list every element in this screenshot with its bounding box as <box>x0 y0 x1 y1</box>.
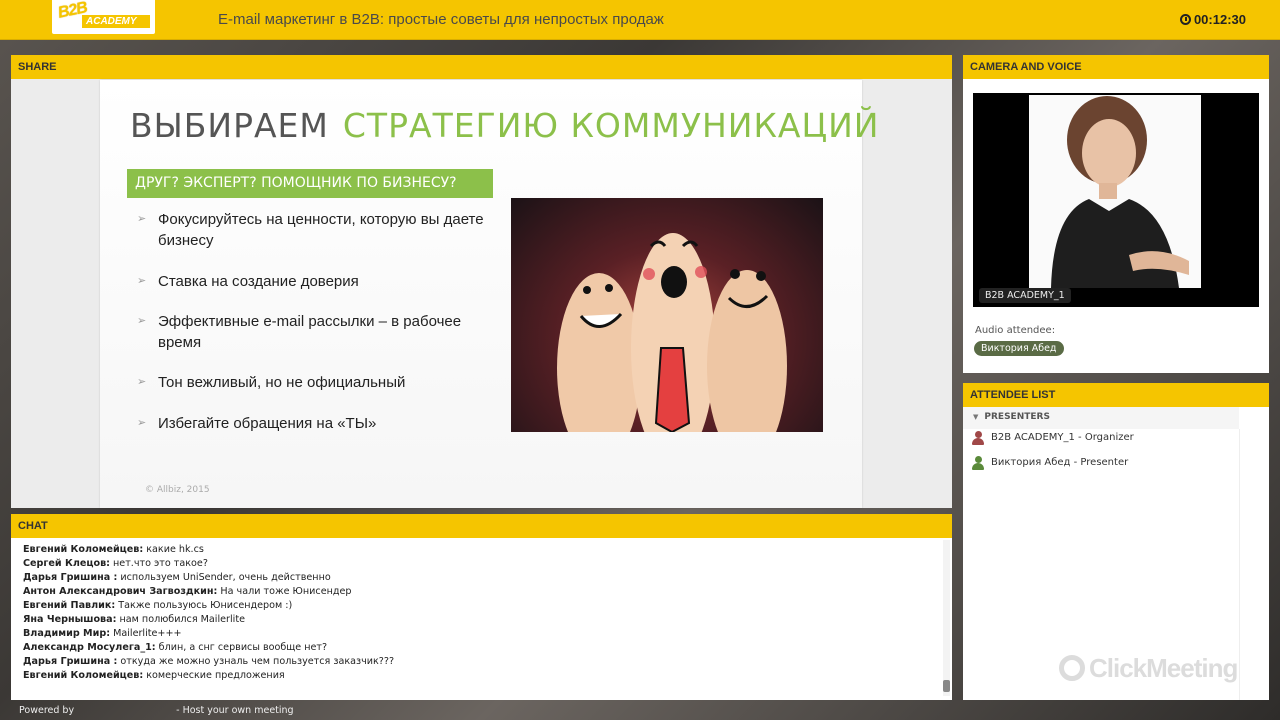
clickmeeting-logo-icon <box>1059 655 1085 681</box>
bullet-arrow-icon: ➢ <box>137 315 147 327</box>
share-panel: SHARE ВЫБИРАЕМ СТРАТЕГИЮ КОММУНИКАЦИЙ ДРУ… <box>11 55 952 508</box>
collapse-triangle-icon: ▼ <box>973 413 979 421</box>
slide-title-part2: СТРАТЕГИЮ КОММУНИКАЦИЙ <box>342 106 880 145</box>
attendee-row-presenter[interactable]: Виктория Абед - Presenter <box>969 452 1239 474</box>
b2b-academy-logo: B2B ACADEMY <box>52 0 155 34</box>
slide-bullet: ➢ Тон вежливый, но не официальный <box>137 374 406 391</box>
finger-faces-photo <box>511 198 823 432</box>
presentation-slide: ВЫБИРАЕМ СТРАТЕГИЮ КОММУНИКАЦИЙ ДРУГ? ЭКС… <box>100 80 878 508</box>
logo-academy-text: ACADEMY <box>82 15 150 28</box>
camera-panel-header: CAMERA AND VOICE <box>963 55 1269 79</box>
timer-value: 00:12:30 <box>1193 12 1246 27</box>
bullet-arrow-icon: ➢ <box>137 275 147 287</box>
slide-bullet: ➢ Ставка на создание доверия <box>137 273 359 290</box>
chat-message: Антон Александрович Загвоздкин: На чали … <box>23 586 352 597</box>
slide-bullet: ➢ Фокусируйтесь на ценности, которую вы д… <box>137 211 484 249</box>
chat-messages: Евгений Коломейцев: какие hk.cs Сергей К… <box>11 538 942 700</box>
attendee-list-scrollbar[interactable] <box>1239 429 1269 700</box>
top-bar: B2B ACADEMY E-mail маркетинг в B2B: прос… <box>0 0 1280 40</box>
chat-scrollbar[interactable] <box>943 540 950 696</box>
presenters-group-header[interactable]: ▼ PRESENTERS <box>963 407 1239 429</box>
attendee-row-organizer[interactable]: B2B ACADEMY_1 - Organizer <box>969 427 1239 449</box>
chat-message: Дарья Гришина : откуда же можно узналь ч… <box>23 656 395 667</box>
meeting-title: E-mail маркетинг в B2B: простые советы д… <box>218 11 664 28</box>
slide-bullet: ➢ Эффективные e-mail рассылки – в рабочее… <box>137 313 462 351</box>
audio-attendee-badge: Виктория Абед <box>974 341 1064 356</box>
chat-message: Евгений Коломейцев: какие hk.cs <box>23 544 204 555</box>
chat-panel-header: CHAT <box>11 514 952 538</box>
attendee-list-panel: ATTENDEE LIST ▼ PRESENTERS B2B ACADEMY_1 … <box>963 383 1269 700</box>
chat-panel: CHAT Евгений Коломейцев: какие hk.cs Сер… <box>11 514 952 700</box>
bullet-arrow-icon: ➢ <box>137 417 147 429</box>
slide-subtitle: ДРУГ? ЭКСПЕРТ? ПОМОЩНИК ПО БИЗНЕСУ? <box>127 169 493 198</box>
slide-footer: © Allbiz, 2015 <box>145 485 210 495</box>
share-panel-header: SHARE <box>11 55 952 79</box>
chat-message: Сергей Клецов: нет.что это такое? <box>23 558 208 569</box>
presenter-video-frame <box>1029 95 1201 288</box>
attendee-list-header: ATTENDEE LIST <box>963 383 1269 407</box>
clickmeeting-watermark: ClickMeeting <box>1059 653 1238 684</box>
meeting-timer: 00:12:30 <box>1179 12 1246 27</box>
chat-message: Евгений Коломейцев: комерческие предложе… <box>23 670 285 681</box>
organizer-person-icon <box>971 431 985 445</box>
bullet-arrow-icon: ➢ <box>137 376 147 388</box>
slide-title: ВЫБИРАЕМ СТРАТЕГИЮ КОММУНИКАЦИЙ <box>130 106 879 145</box>
slide-bullet: ➢ Избегайте обращения на «ТЫ» <box>137 415 377 432</box>
slide-title-part1: ВЫБИРАЕМ <box>130 106 329 145</box>
bullet-arrow-icon: ➢ <box>137 213 147 225</box>
host-own-meeting-link[interactable]: - Host your own meeting <box>176 705 293 716</box>
chat-message: Дарья Гришина : используем UniSender, оч… <box>23 572 331 583</box>
video-participant-label: B2B ACADEMY_1 <box>979 288 1071 303</box>
presenter-video[interactable]: B2B ACADEMY_1 <box>973 93 1259 307</box>
clock-icon <box>1179 14 1191 25</box>
presenter-person-icon <box>971 456 985 470</box>
camera-panel: CAMERA AND VOICE B2B ACADEMY_1 Audio att… <box>963 55 1269 373</box>
slide-bullet-list: ➢ Фокусируйтесь на ценности, которую вы д… <box>137 209 507 434</box>
chat-message: Владимир Мир: Mailerlite+++ <box>23 628 182 639</box>
audio-attendee-label: Audio attendee: <box>975 325 1056 336</box>
chat-scrollbar-thumb[interactable] <box>943 680 950 692</box>
powered-by-footer: Powered by - Host your own meeting <box>19 705 294 716</box>
chat-message: Яна Чернышова: нам полюбился Mailerlite <box>23 614 245 625</box>
chat-message: Александр Мосулега_1: блин, а снг сервис… <box>23 642 328 653</box>
chat-message: Евгений Павлик: Также пользуюсь Юнисенде… <box>23 600 293 611</box>
